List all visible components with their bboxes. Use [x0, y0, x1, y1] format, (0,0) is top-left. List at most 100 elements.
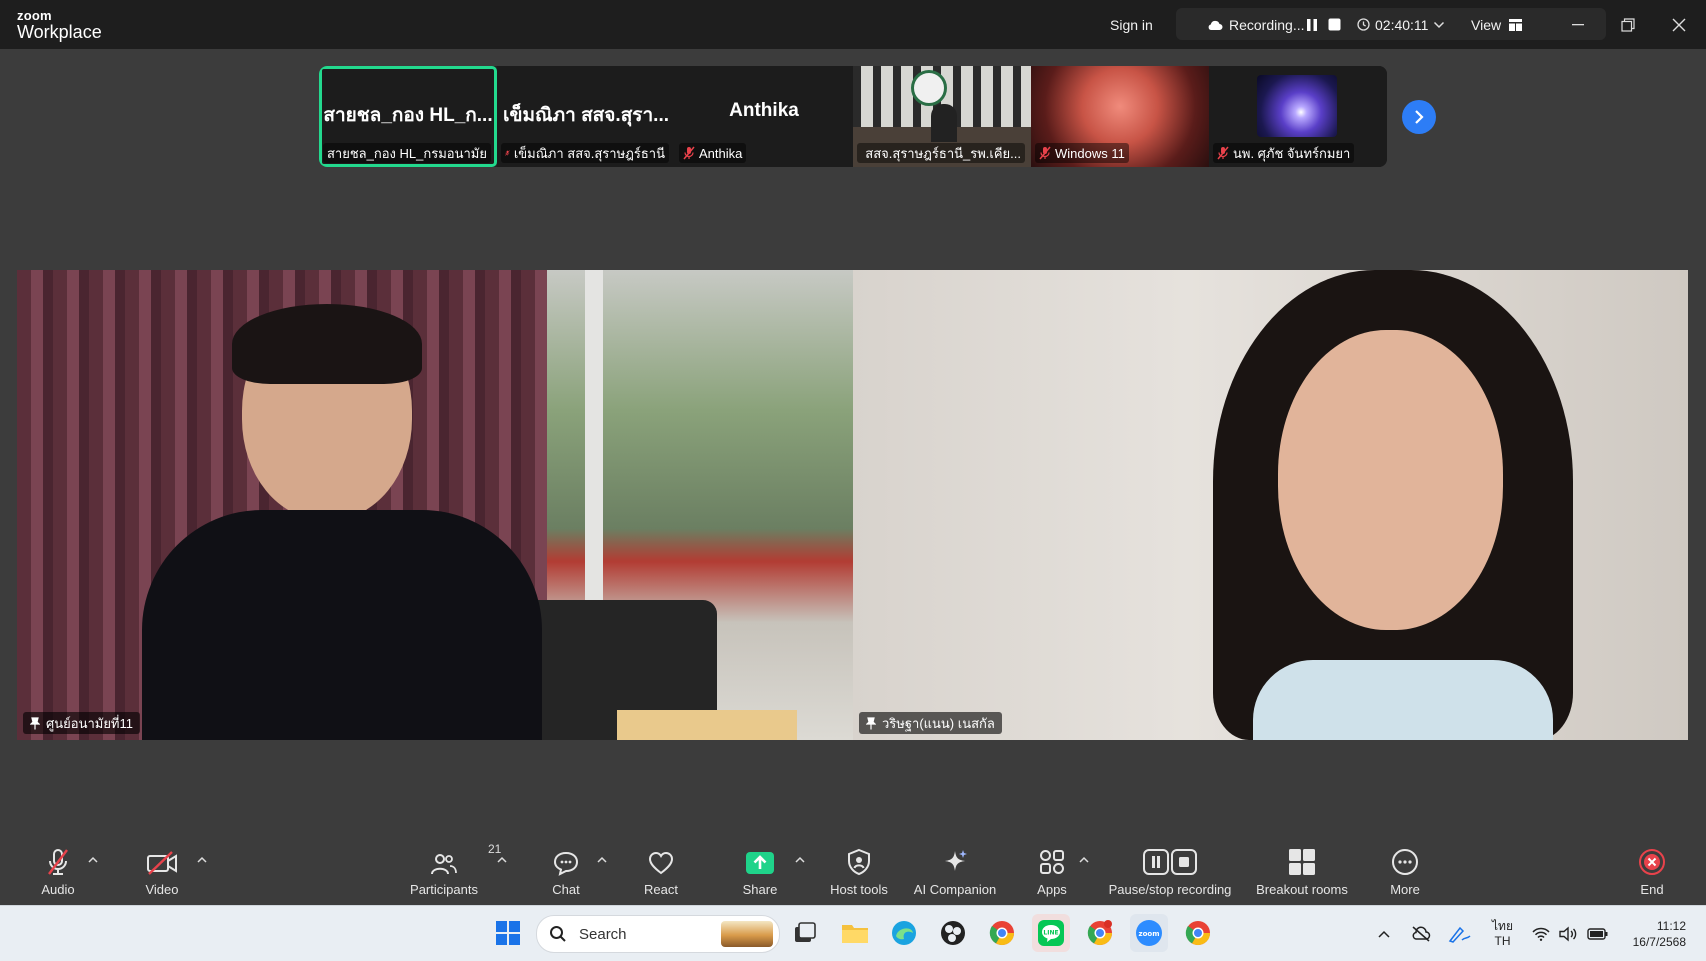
share-button[interactable]: Share	[740, 840, 780, 905]
participant-name: เข็มณิภา สสจ.สุราษฎร์ธานี	[514, 143, 665, 163]
search-placeholder: Search	[579, 926, 627, 943]
share-options-caret[interactable]	[793, 852, 807, 866]
pause-stop-icon	[1142, 848, 1198, 876]
participant-caption: Windows 11	[1035, 143, 1129, 163]
participant-strip: สายชล_กอง HL_ก... สายชล_กอง HL_กรมอนามัย…	[319, 66, 1387, 167]
restore-icon[interactable]	[1605, 0, 1651, 49]
chat-options-caret[interactable]	[595, 852, 609, 866]
sign-in-button[interactable]: Sign in	[1110, 0, 1153, 49]
participant-name: Windows 11	[1055, 146, 1125, 161]
participant-caption: สายชล_กอง HL_กรมอนามัย	[323, 143, 491, 163]
ai-companion-label: AI Companion	[914, 882, 996, 897]
participants-icon	[430, 852, 458, 876]
minimize-icon[interactable]	[1555, 0, 1601, 49]
pin-icon	[866, 717, 876, 730]
participant-thumbnail[interactable]: Anthika Anthika	[675, 66, 853, 167]
participant-thumbnail[interactable]: นพ. ศุภัช จันทร์กมยา	[1209, 66, 1387, 167]
video-tile-left[interactable]: ศูนย์อนามัยที่11	[17, 270, 853, 740]
muted-mic-icon	[505, 146, 510, 160]
react-button[interactable]: React	[641, 840, 681, 905]
next-page-button[interactable]	[1402, 100, 1436, 134]
pin-icon	[30, 717, 40, 730]
apps-label: Apps	[1037, 882, 1067, 897]
muted-mic-icon	[683, 146, 695, 160]
end-label: End	[1640, 882, 1663, 897]
chrome-alt-icon[interactable]	[1179, 914, 1217, 952]
file-explorer-icon[interactable]	[836, 914, 874, 952]
chat-button[interactable]: Chat	[546, 840, 586, 905]
participant-thumbnail[interactable]: เข็มณิภา สสจ.สุรา... เข็มณิภา สสจ.สุราษฎ…	[497, 66, 675, 167]
chrome-profile-icon[interactable]	[1081, 914, 1119, 952]
participants-button[interactable]: 21 Participants	[404, 840, 484, 905]
participant-thumbnail[interactable]: สายชล_กอง HL_ก... สายชล_กอง HL_กรมอนามัย	[319, 66, 497, 167]
person-left	[122, 310, 562, 740]
video-tile-right[interactable]: วริษฐา(แนน) เนสกัล	[853, 270, 1688, 740]
meeting-timer[interactable]: 02:40:11	[1357, 0, 1445, 49]
chat-icon	[552, 850, 580, 876]
pause-recording-icon[interactable]	[1306, 0, 1318, 49]
participants-options-caret[interactable]	[495, 852, 509, 866]
wifi-icon[interactable]	[1532, 906, 1550, 961]
participant-name: Anthika	[699, 146, 742, 161]
desk-paper	[617, 710, 797, 740]
video-button[interactable]: Video	[140, 840, 184, 905]
sparkle-icon	[941, 848, 969, 876]
recording-indicator[interactable]: Recording...	[1207, 0, 1304, 49]
participant-name: นพ. ศุภัช จันทร์กมยา	[1233, 143, 1350, 163]
close-icon[interactable]	[1656, 0, 1702, 49]
line-app-icon[interactable]: LINE	[1032, 914, 1070, 952]
onedrive-off-icon[interactable]	[1411, 906, 1431, 961]
chrome-icon[interactable]	[983, 914, 1021, 952]
zoom-app-icon[interactable]: zoom	[1130, 914, 1168, 952]
timer-value: 02:40:11	[1375, 17, 1428, 33]
person-figure	[931, 104, 957, 142]
apps-button[interactable]: Apps	[1032, 840, 1072, 905]
search-highlight-image	[721, 921, 773, 947]
participant-thumbnail[interactable]: สสจ.สุราษฎร์ธานี_รพ.เคีย...	[853, 66, 1031, 167]
participants-label: Participants	[410, 882, 478, 897]
heart-icon	[647, 850, 675, 876]
ai-companion-button[interactable]: AI Companion	[910, 840, 1000, 905]
participant-name: สสจ.สุราษฎร์ธานี_รพ.เคีย...	[865, 143, 1021, 163]
clock-icon	[1357, 18, 1370, 31]
muted-mic-icon	[45, 848, 71, 876]
taskbar-search[interactable]: Search	[536, 915, 780, 953]
video-options-caret[interactable]	[195, 852, 209, 866]
audio-options-caret[interactable]	[86, 852, 100, 866]
end-meeting-button[interactable]: End	[1632, 840, 1672, 905]
grid-view-icon	[1509, 19, 1522, 31]
pen-input-icon[interactable]	[1448, 906, 1472, 961]
stop-recording-icon[interactable]	[1328, 0, 1341, 49]
participant-display-name: สายชล_กอง HL_ก...	[319, 100, 497, 130]
taskbar-clock[interactable]: 11:12 16/7/2568	[1622, 906, 1686, 961]
windows-start-icon[interactable]	[489, 914, 527, 952]
participant-caption: เข็มณิภา สสจ.สุราษฎร์ธานี	[501, 143, 669, 163]
tray-overflow-icon[interactable]	[1378, 906, 1390, 961]
audio-button[interactable]: Audio	[36, 840, 80, 905]
volume-icon[interactable]	[1558, 906, 1578, 961]
zoom-logo: zoom Workplace	[17, 9, 102, 41]
host-tools-button[interactable]: Host tools	[824, 840, 894, 905]
breakout-rooms-icon	[1288, 848, 1316, 876]
apps-options-caret[interactable]	[1077, 852, 1091, 866]
breakout-rooms-button[interactable]: Breakout rooms	[1252, 840, 1352, 905]
svg-text:zoom: zoom	[1139, 930, 1160, 938]
sign-in-label: Sign in	[1110, 17, 1153, 33]
battery-icon[interactable]	[1587, 906, 1609, 961]
clock-time: 11:12	[1657, 918, 1686, 934]
edge-browser-icon[interactable]	[885, 914, 923, 952]
language-switcher[interactable]: ไทย TH	[1492, 906, 1513, 961]
obs-app-icon[interactable]	[934, 914, 972, 952]
participant-caption: สสจ.สุราษฎร์ธานี_รพ.เคีย...	[857, 143, 1025, 163]
view-button[interactable]: View	[1471, 0, 1522, 49]
participant-display-name: เข็มณิภา สสจ.สุรา...	[497, 100, 675, 130]
task-view-icon[interactable]	[786, 914, 824, 952]
share-label: Share	[743, 882, 778, 897]
video-name-label: วริษฐา(แนน) เนสกัล	[859, 712, 1002, 734]
pause-stop-recording-button[interactable]: Pause/stop recording	[1104, 840, 1236, 905]
host-shield-icon	[846, 848, 872, 876]
participant-thumbnail[interactable]: Windows 11	[1031, 66, 1209, 167]
participant-name: สายชล_กอง HL_กรมอนามัย	[327, 143, 487, 163]
participant-name: ศูนย์อนามัยที่11	[46, 713, 133, 734]
more-button[interactable]: More	[1385, 840, 1425, 905]
